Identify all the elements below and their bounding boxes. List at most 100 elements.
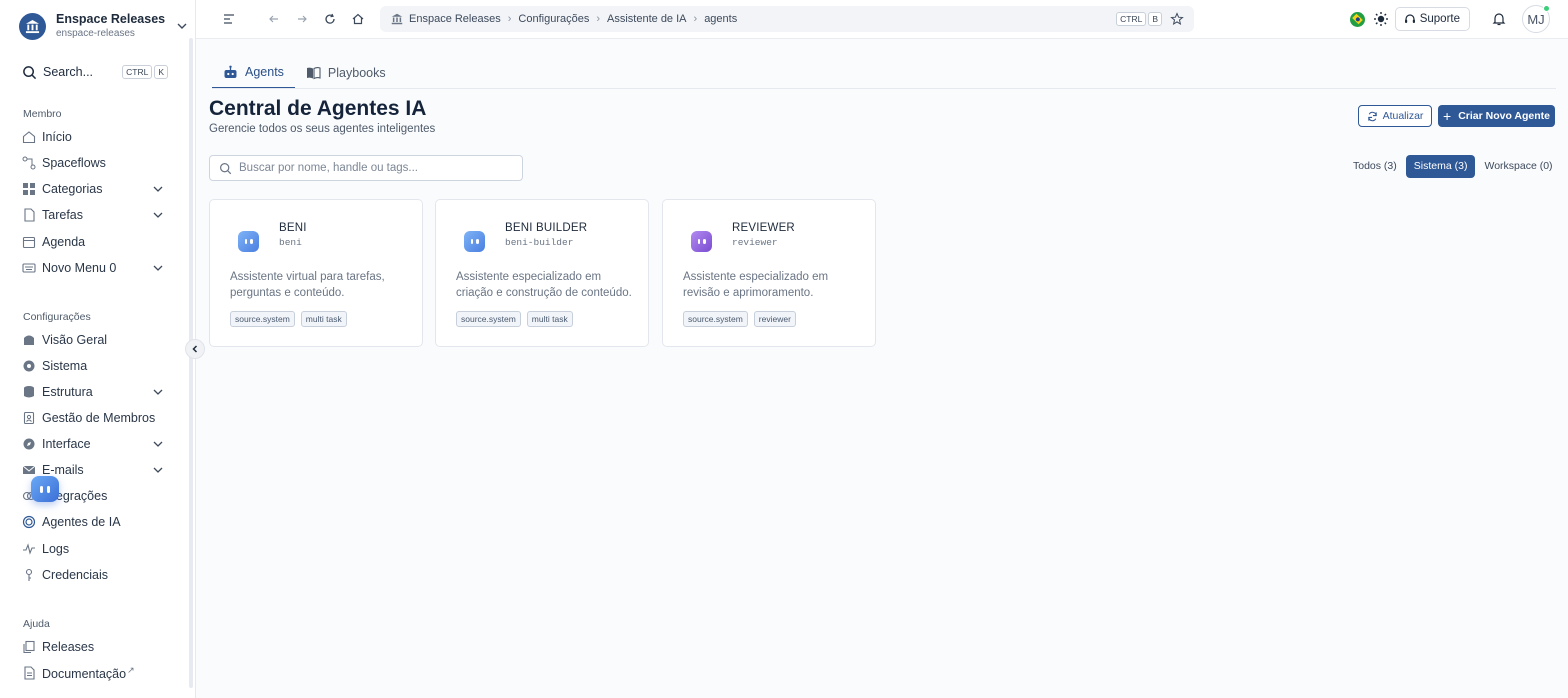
kbd-ctrl: CTRL (1116, 12, 1147, 26)
filter-todos[interactable]: Todos (3) (1348, 155, 1402, 178)
sidebar-item-interface[interactable]: Interface (22, 433, 164, 455)
back-arrow-icon[interactable] (267, 12, 281, 26)
tab-label: Agents (245, 64, 284, 79)
chevron-right-icon: › (693, 13, 698, 25)
sidebar-item-logs[interactable]: Logs (22, 538, 164, 560)
tab-playbooks[interactable]: Playbooks (295, 56, 397, 89)
agent-name: BENI (279, 222, 307, 234)
sidebar-item-label: Início (42, 130, 72, 144)
sidebar-item-sistema[interactable]: Sistema (22, 355, 164, 377)
agent-search-field[interactable] (209, 155, 523, 181)
page-title: Central de Agentes IA (209, 97, 427, 120)
section-label-ajuda: Ajuda (23, 618, 50, 630)
copy-icon (22, 640, 36, 654)
tab-divider (212, 88, 1556, 89)
file-icon (22, 666, 36, 680)
agent-card-beni-builder[interactable]: BENI BUILDER beni-builder Assistente esp… (435, 199, 649, 347)
sidebar-item-inicio[interactable]: Início (22, 126, 164, 148)
sidebar-scrollbar[interactable] (189, 38, 193, 688)
forward-arrow-icon[interactable] (295, 12, 309, 26)
tab-label: Playbooks (327, 65, 386, 80)
language-flag-icon[interactable] (1349, 11, 1365, 27)
kbd-b: B (1148, 12, 1162, 26)
section-label-configuracoes: Configurações (23, 311, 91, 323)
breadcrumb-item[interactable]: Assistente de IA (607, 13, 687, 25)
agent-card-beni[interactable]: BENI beni Assistente virtual para tarefa… (209, 199, 423, 347)
tab-agents[interactable]: Agents (212, 56, 295, 89)
sidebar-item-estrutura[interactable]: Estrutura (22, 381, 164, 403)
breadcrumb-item[interactable]: Configurações (518, 13, 589, 25)
sidebar-item-label: Spaceflows (42, 156, 106, 170)
agent-card-reviewer[interactable]: REVIEWER reviewer Assistente especializa… (662, 199, 876, 347)
agent-handle: beni-builder (505, 237, 574, 248)
mail-icon (22, 463, 36, 477)
refresh-button[interactable]: Atualizar (1358, 105, 1432, 127)
sidebar-collapse-button[interactable] (185, 339, 205, 359)
institution-icon (391, 13, 403, 25)
floating-assistant-button[interactable] (31, 476, 59, 502)
sidebar-item-label: Estrutura (42, 385, 93, 399)
create-agent-label: Criar Novo Agente (1458, 110, 1550, 122)
refresh-icon[interactable] (323, 12, 337, 26)
key-icon (22, 568, 36, 582)
bell-icon[interactable] (1492, 12, 1506, 26)
sidebar-item-credenciais[interactable]: Credenciais (22, 564, 164, 586)
document-icon (22, 208, 36, 222)
calendar-icon (22, 235, 36, 249)
keyboard-icon (22, 261, 36, 275)
star-icon[interactable] (1170, 12, 1184, 26)
agent-tag: source.system (230, 311, 295, 327)
sidebar-item-label: Tarefas (42, 208, 83, 222)
create-agent-button[interactable]: + Criar Novo Agente (1438, 105, 1555, 127)
robot-icon (224, 65, 237, 78)
flow-icon (22, 156, 36, 170)
avatar-initials: MJ (1527, 11, 1545, 27)
chevron-down-icon (177, 23, 187, 29)
sidebar-item-label: Agenda (42, 235, 86, 249)
sidebar-item-novo-menu[interactable]: Novo Menu 0 (22, 257, 164, 279)
agent-name: REVIEWER (732, 222, 795, 234)
filter-sistema[interactable]: Sistema (3) (1405, 154, 1476, 178)
breadcrumb-item[interactable]: Enspace Releases (409, 13, 501, 25)
scope-filter-group: Todos (3) Sistema (3) Workspace (0) (1348, 154, 1558, 178)
activity-icon (22, 542, 36, 556)
breadcrumb-item-current: agents (704, 13, 738, 25)
agent-search-input[interactable] (239, 162, 509, 174)
workspace-switcher[interactable]: Enspace Releases enspace-releases (19, 11, 189, 41)
sidebar-item-gestao-membros[interactable]: Gestão de Membros (22, 407, 164, 429)
sidebar-item-agentes-ia[interactable]: Agentes de IA (22, 511, 164, 533)
sidebar-item-documentacao[interactable]: Documentação↗ (22, 662, 164, 684)
sidebar-search[interactable]: Search... CTRL K (22, 62, 168, 82)
agent-tag: source.system (456, 311, 521, 327)
sidebar-item-tarefas[interactable]: Tarefas (22, 204, 164, 226)
sidebar-item-label: Interface (42, 437, 91, 451)
documentacao-label: Documentação (42, 667, 127, 682)
agent-description: Assistente virtual para tarefas, pergunt… (230, 271, 385, 299)
sun-icon[interactable] (1373, 11, 1389, 27)
agent-tag: reviewer (753, 311, 796, 327)
section-label-membro: Membro (23, 108, 62, 120)
tab-bar: Agents Playbooks (212, 56, 397, 89)
refresh-label: Atualizar (1382, 110, 1424, 122)
sidebar-item-categorias[interactable]: Categorias (22, 178, 164, 200)
agent-tag: multi task (526, 311, 573, 327)
avatar[interactable]: MJ (1522, 5, 1550, 33)
search-icon (23, 65, 37, 79)
workspace-slug: enspace-releases (56, 28, 135, 39)
filter-workspace[interactable]: Workspace (0) (1479, 155, 1557, 178)
home-icon[interactable] (351, 12, 365, 26)
database-icon (22, 385, 36, 399)
sidebar-item-label: Releases (42, 640, 95, 654)
sidebar-item-agenda[interactable]: Agenda (22, 231, 164, 253)
support-button[interactable]: Suporte (1394, 7, 1470, 31)
sidebar-item-visao-geral[interactable]: Visão Geral (22, 329, 164, 351)
grid-icon (22, 182, 36, 196)
sidebar-item-label: Gestão de Membros (42, 411, 156, 425)
robot-eye-icon (40, 485, 43, 493)
sidebar-item-releases[interactable]: Releases (22, 636, 164, 658)
sidebar-item-label: Sistema (42, 359, 88, 373)
chevron-right-icon: › (507, 13, 512, 25)
menu-toggle-icon[interactable] (222, 12, 236, 26)
agent-description: Assistente especializado em revisão e ap… (683, 271, 829, 299)
sidebar-item-spaceflows[interactable]: Spaceflows (22, 152, 164, 174)
